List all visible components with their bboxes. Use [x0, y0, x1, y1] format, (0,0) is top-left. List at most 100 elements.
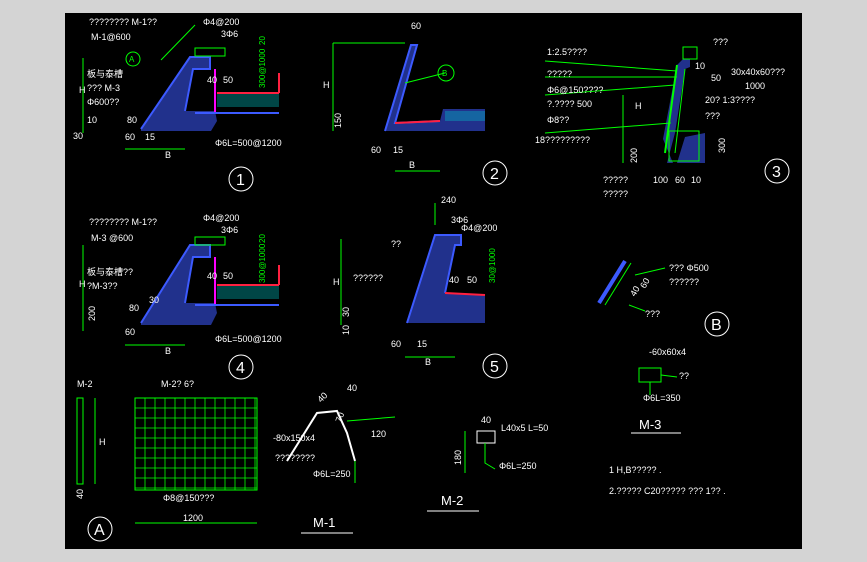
m2-dim-40: 40	[481, 415, 491, 425]
m1-dim-40b: 40	[347, 383, 357, 393]
detail-1-dim-15: 15	[145, 132, 155, 142]
detail-1-dim-10: 10	[87, 115, 97, 125]
note-1: 1 H,B????? .	[609, 465, 662, 475]
detail-4-rebar-bot: Φ6L=500@1200	[215, 334, 282, 344]
notes: 1 H,B????? . 2.????? C20????? ??? 1?? .	[609, 465, 726, 496]
detail-4-anno-top: ???????? M-1??	[89, 217, 157, 227]
detail-1-dim-h: H	[79, 85, 86, 95]
m1-detail: 40 40 70 120 -80x150x4 ???????? Φ6L=250 …	[273, 383, 396, 534]
note-2: 2.????? C20????? ??? 1?? .	[609, 486, 726, 496]
detail-5-dim-h: H	[333, 277, 340, 287]
detail-4-dim-80: 80	[129, 303, 139, 313]
mesh-title: M-2? 6?	[161, 379, 194, 389]
detail-1-dim-20: 20	[258, 36, 267, 45]
m3-label-2: ??	[679, 371, 689, 381]
detail-1-dim-60: 60	[125, 132, 135, 142]
detail-2-leader	[404, 72, 446, 84]
detail-1-anno-c: Φ600??	[87, 97, 119, 107]
detail-1-anno-a: 板与泰槽	[87, 68, 123, 79]
detail-1-rebar-bot: Φ6L=500@1200	[215, 138, 282, 148]
m3-label-1: -60x60x4	[649, 347, 686, 357]
m1-dim-70: 70	[333, 411, 346, 424]
m2-title: M-2	[441, 493, 463, 508]
detail-b-label-3: ???	[645, 309, 660, 319]
detail-3-label-6: 18?????????	[535, 135, 590, 145]
detail-4-rebar-top: Φ4@200	[203, 213, 239, 223]
detail-b-label-1: ??? Φ500	[669, 263, 709, 273]
m3-leader	[660, 374, 678, 378]
detail-2-dim-15: 15	[393, 145, 403, 155]
detail-4-dim-b: B	[165, 346, 171, 356]
detail-3-cap	[682, 46, 698, 60]
m3-title: M-3	[639, 417, 661, 432]
detail-4-dim-200: 200	[87, 306, 97, 321]
m1-label-2: ????????	[275, 453, 315, 463]
detail-1-dim-300: 300@1000	[258, 48, 267, 88]
detail-4-dim-50: 50	[223, 271, 233, 281]
detail-4-insulation	[217, 285, 279, 299]
detail-5-label-1: ??	[391, 239, 401, 249]
m2-anchor	[484, 443, 496, 470]
m2-elevation-dim-40: 40	[75, 489, 85, 499]
detail-4-rebar-top2: 3Φ6	[221, 225, 238, 235]
detail-1: A ???????? M-1?? M-1@600 板与泰槽 ??? M-3 Φ6…	[73, 17, 282, 192]
detail-3-label-5: Φ8??	[547, 115, 569, 125]
m1-bar	[346, 416, 396, 422]
mesh-grid	[135, 398, 257, 490]
detail-4-dim-60: 60	[125, 327, 135, 337]
detail-2-dim-150: 150	[333, 113, 343, 128]
detail-b: ??? Φ500 ?????? ??? 40 60 B	[597, 259, 730, 337]
m1-dim-40: 40	[315, 390, 329, 404]
detail-4-dim-40: 40	[207, 271, 217, 281]
detail-4-dim-30: 30	[149, 295, 159, 305]
detail-5-dim-30b: 30	[341, 307, 351, 317]
detail-b-leader-1	[634, 267, 666, 276]
detail-3-dim-50: 50	[711, 73, 721, 83]
detail-1-anno-m: M-1@600	[91, 32, 131, 42]
detail-1-rebar-top: Φ4@200	[203, 17, 239, 27]
m2-dim-180: 180	[453, 450, 463, 465]
m3-plate	[638, 367, 662, 383]
mesh-panel: M-2? 6? Φ8@150??? 1200 A	[87, 379, 258, 542]
m2-elevation-dim-h: H	[99, 437, 106, 447]
detail-1-insulation	[217, 93, 279, 107]
detail-3-label-3: Φ6@150????	[547, 85, 603, 95]
detail-3-label-4: ?.???? 500	[547, 99, 592, 109]
detail-3-dim-100: 100	[653, 175, 668, 185]
detail-5-dim-30: 30@1000	[488, 248, 497, 283]
detail-3-bottom-1: ?????	[603, 175, 628, 185]
detail-3-top-4: 20? 1:3????	[705, 95, 755, 105]
detail-2-insulation	[445, 111, 485, 121]
m2-elevation: M-2 H 40	[75, 379, 106, 499]
detail-1-dim-30: 30	[73, 131, 83, 141]
detail-5: 240 3Φ6 Φ4@200 ?? ?????? H 40 50 30@1000…	[333, 195, 508, 379]
mesh-rebar: Φ8@150???	[163, 493, 214, 503]
detail-3-dim-h: H	[635, 101, 642, 111]
m3-detail: -60x60x4 ?? Φ6L=350 M-3	[631, 347, 689, 434]
detail-b-label-2: ??????	[669, 277, 699, 287]
detail-b-leader-2	[628, 304, 646, 312]
detail-5-dim-50: 50	[467, 275, 477, 285]
detail-3-top-2: 30x40x60???	[731, 67, 785, 77]
detail-2-dim-60: 60	[411, 21, 421, 31]
detail-b-dim-60: 60	[638, 276, 652, 290]
detail-4-dim-300: 300@1000	[258, 243, 267, 283]
m2-angle	[476, 430, 496, 444]
detail-3-dim-10: 10	[695, 61, 705, 71]
detail-1-dim-80: 80	[127, 115, 137, 125]
detail-3-dim-60: 60	[675, 175, 685, 185]
detail-3-number: 3	[772, 164, 781, 181]
detail-1-dim-40: 40	[207, 75, 217, 85]
detail-2-number: 2	[490, 166, 499, 183]
m2-label-1: L40x5 L=50	[501, 423, 548, 433]
detail-4-cap	[194, 236, 226, 246]
detail-b-bubble-label: B	[711, 317, 722, 334]
detail-5-dim-40: 40	[449, 275, 459, 285]
detail-4-dim-h: H	[79, 279, 86, 289]
mesh-frame	[134, 397, 258, 491]
detail-5-label-2: ??????	[353, 273, 383, 283]
detail-5-dim-10: 10	[341, 325, 351, 335]
detail-2-bubble-label: B	[442, 69, 447, 78]
m2-detail: 40 L40x5 L=50 180 Φ6L=250 M-2	[427, 415, 548, 512]
detail-1-number: 1	[236, 172, 245, 189]
